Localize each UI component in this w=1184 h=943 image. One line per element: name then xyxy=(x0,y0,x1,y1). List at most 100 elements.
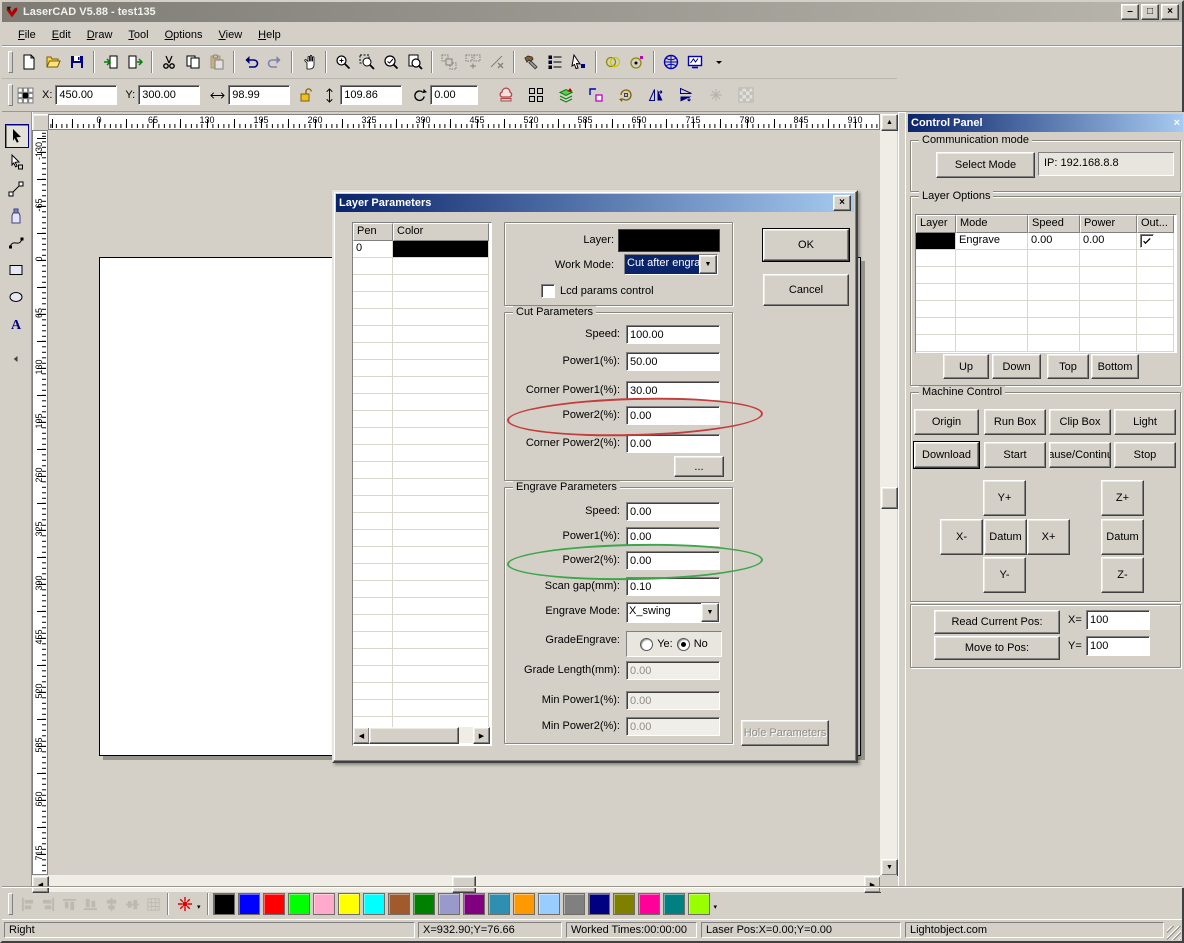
height-field[interactable] xyxy=(340,85,402,105)
layer-options-row[interactable] xyxy=(916,301,1176,318)
move-to-pos-button[interactable]: Move to Pos: xyxy=(934,636,1060,660)
minimize-button[interactable]: – xyxy=(1121,4,1139,20)
pen-table-row[interactable] xyxy=(353,292,491,309)
scan-gap-mm-field[interactable] xyxy=(626,577,720,596)
layer-options-row[interactable]: Engrave0.000.00 xyxy=(916,233,1176,250)
weld-button[interactable] xyxy=(601,50,625,74)
simulate-button[interactable] xyxy=(519,50,543,74)
palette-color-swatch[interactable] xyxy=(513,893,535,915)
bezier-tool-button[interactable] xyxy=(5,232,27,254)
layer-table-header-speed[interactable]: Speed xyxy=(1028,215,1080,233)
toolbar-grip[interactable] xyxy=(8,51,13,73)
pen-table-row[interactable] xyxy=(353,275,491,292)
menu-file[interactable]: File xyxy=(10,26,44,44)
pen-table-row[interactable] xyxy=(353,326,491,343)
up-button[interactable]: Up xyxy=(943,354,989,379)
scroll-down-button[interactable]: ▼ xyxy=(881,859,898,876)
gradeengrave-radio-ye[interactable] xyxy=(640,638,653,651)
pen-table-row[interactable] xyxy=(353,666,491,683)
layer-options-row[interactable] xyxy=(916,267,1176,284)
pen-table-row[interactable] xyxy=(353,343,491,360)
menu-view[interactable]: View xyxy=(211,26,251,44)
array-copy-button[interactable] xyxy=(524,83,548,107)
palette-color-swatch[interactable] xyxy=(313,893,335,915)
display-button[interactable] xyxy=(683,50,707,74)
pen-table-row[interactable] xyxy=(353,258,491,275)
pen-table-row[interactable] xyxy=(353,479,491,496)
power2-field[interactable] xyxy=(626,551,720,570)
clip-box-button[interactable]: Clip Box xyxy=(1049,409,1111,435)
select-mode-button[interactable]: Select Mode xyxy=(936,152,1035,178)
jog-y-button[interactable]: Y- xyxy=(983,557,1026,593)
rectangle-tool-button[interactable] xyxy=(5,259,27,281)
jog-z-datum-button[interactable]: Datum xyxy=(1101,519,1144,555)
pen-table-header-color[interactable]: Color xyxy=(393,223,489,241)
pen-table-header-pen[interactable]: Pen xyxy=(353,223,393,241)
read-current-pos-button[interactable]: Read Current Pos: xyxy=(934,610,1060,634)
palette-color-swatch[interactable] xyxy=(588,893,610,915)
jog-y-button[interactable]: Y+ xyxy=(983,480,1026,516)
palette-color-swatch[interactable] xyxy=(238,893,260,915)
palette-color-swatch[interactable] xyxy=(363,893,385,915)
jog-datum-button[interactable]: Datum xyxy=(984,519,1027,555)
pen-table-row[interactable] xyxy=(353,632,491,649)
layer-table-header-mode[interactable]: Mode xyxy=(956,215,1028,233)
speed-field[interactable] xyxy=(626,502,720,521)
node-select-button[interactable] xyxy=(567,50,591,74)
pen-table-row[interactable] xyxy=(353,547,491,564)
palette-color-swatch[interactable] xyxy=(638,893,660,915)
toolbox-collapse-button[interactable] xyxy=(5,348,27,370)
x-position-field[interactable] xyxy=(55,85,117,105)
pen-table-scrollbar[interactable]: ◀ ▶ xyxy=(353,727,489,743)
pen-table-row[interactable] xyxy=(353,411,491,428)
menu-tool[interactable]: Tool xyxy=(120,26,156,44)
width-field[interactable] xyxy=(228,85,290,105)
node-edit-tool-button[interactable] xyxy=(5,151,27,173)
jog-z-z-button[interactable]: Z+ xyxy=(1101,480,1144,516)
toolbar-grip-2[interactable] xyxy=(8,84,13,106)
pos-x-field[interactable] xyxy=(1086,610,1150,630)
palette-color-swatch[interactable] xyxy=(663,893,685,915)
pause-continue-button[interactable]: Pause/Continue xyxy=(1049,442,1111,468)
cancel-button[interactable]: Cancel xyxy=(763,274,849,306)
palette-color-swatch[interactable] xyxy=(338,893,360,915)
pen-table[interactable]: PenColor0 xyxy=(352,222,492,746)
pen-table-row[interactable] xyxy=(353,615,491,632)
pen-scroll-left[interactable]: ◀ xyxy=(353,727,370,744)
pen-table-row[interactable] xyxy=(353,530,491,547)
palette-caret-icon[interactable]: ▾ xyxy=(714,903,718,911)
corner-power2-field[interactable] xyxy=(626,434,720,453)
pen-table-row[interactable] xyxy=(353,428,491,445)
stamp-button[interactable] xyxy=(494,83,518,107)
mirror-horizontal-button[interactable] xyxy=(644,83,668,107)
zoom-window-button[interactable] xyxy=(355,50,379,74)
power2-field[interactable] xyxy=(626,406,720,425)
work-mode-select[interactable]: Cut after engrave ▼ xyxy=(624,254,718,275)
corner-power1-field[interactable] xyxy=(626,381,720,400)
layer-table-header-layer[interactable]: Layer xyxy=(916,215,956,233)
cut-button[interactable] xyxy=(157,50,181,74)
palette-color-swatch[interactable] xyxy=(263,893,285,915)
origin-button[interactable]: Origin xyxy=(914,409,979,435)
menu-options[interactable]: Options xyxy=(157,26,211,44)
jog-x-button[interactable]: X+ xyxy=(1027,519,1070,555)
output-order-button[interactable] xyxy=(543,50,567,74)
laser-caret-icon[interactable]: ▾ xyxy=(197,903,201,911)
palette-color-swatch[interactable] xyxy=(488,893,510,915)
pos-y-field[interactable] xyxy=(1086,636,1150,656)
palette-color-swatch[interactable] xyxy=(213,893,235,915)
layer-options-row[interactable] xyxy=(916,335,1176,352)
maximize-button[interactable]: □ xyxy=(1141,4,1159,20)
close-button[interactable]: × xyxy=(1161,4,1179,20)
power1-field[interactable] xyxy=(626,527,720,546)
resize-corner-button[interactable] xyxy=(584,83,608,107)
select-tool-button[interactable] xyxy=(5,124,29,148)
line-tool-button[interactable] xyxy=(5,178,27,200)
open-button[interactable] xyxy=(41,50,65,74)
mirror-vertical-button[interactable] xyxy=(674,83,698,107)
pan-button[interactable] xyxy=(297,50,321,74)
lcd-params-checkbox[interactable] xyxy=(541,284,555,298)
jog-x-button[interactable]: X- xyxy=(940,519,983,555)
layer-options-row[interactable] xyxy=(916,284,1176,301)
layer-table-header-power[interactable]: Power xyxy=(1080,215,1137,233)
